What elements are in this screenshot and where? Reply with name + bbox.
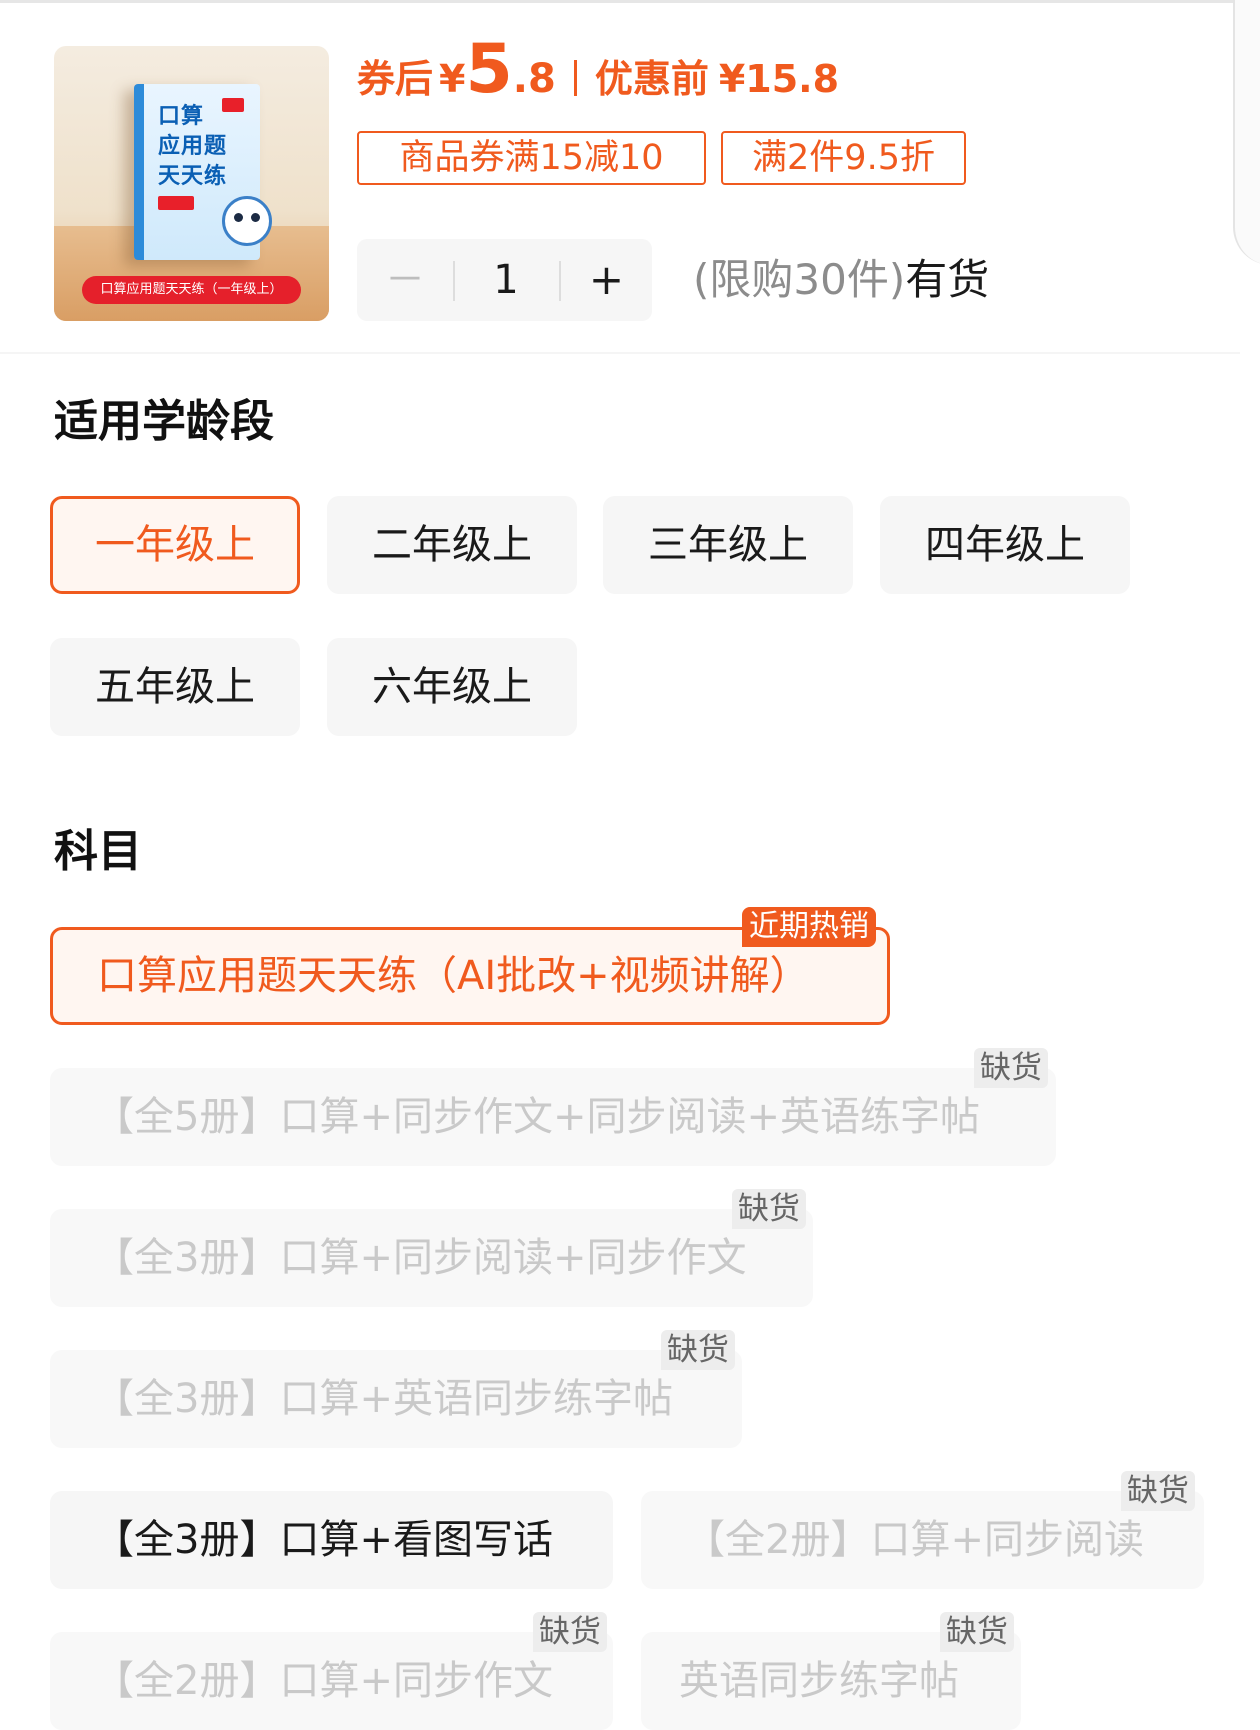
quantity-stepper: － 1 + [357,239,652,321]
book-title-line-3: 天天练 [158,164,228,189]
coupon-badge-multi[interactable]: 满2件9.5折 [721,131,966,185]
top-divider [0,0,1240,3]
out-of-stock-badge: 缺货 [533,1612,607,1652]
stock-status: (限购30件)有货 [693,252,989,308]
age-option-1[interactable]: 一年级上 [50,496,300,594]
product-image[interactable]: 口算 应用题 天天练 口算应用题天天练（一年级上） [54,46,329,321]
price-integer: 5 [465,30,513,109]
age-option-6[interactable]: 六年级上 [327,638,577,736]
price-separator [573,60,577,96]
stock-availability: 有货 [905,255,990,304]
out-of-stock-badge: 缺货 [974,1048,1048,1088]
robot-mascot-icon [222,196,272,246]
out-of-stock-badge: 缺货 [732,1189,806,1229]
age-option-2[interactable]: 二年级上 [327,496,577,594]
product-image-banner: 口算应用题天天练（一年级上） [82,276,301,304]
hot-sale-badge: 近期热销 [742,907,876,947]
age-option-4[interactable]: 四年级上 [880,496,1130,594]
age-option-5[interactable]: 五年级上 [50,638,300,736]
before-discount-price: ¥15.8 [718,57,840,101]
subject-option-4[interactable]: 【全3册】口算+英语同步练字帖 [50,1350,742,1448]
subject-section-title: 科目 [54,826,142,877]
quantity-increase-button[interactable]: + [561,239,652,321]
book-title-line-2: 应用题 [158,134,228,159]
age-option-3[interactable]: 三年级上 [603,496,853,594]
out-of-stock-badge: 缺货 [940,1612,1014,1652]
before-discount-label: 优惠前 [594,57,709,101]
age-section-title: 适用学龄段 [54,396,274,447]
out-of-stock-badge: 缺货 [1121,1471,1195,1511]
currency-symbol: ¥ [439,57,466,101]
purchase-limit: (限购30件) [693,255,906,304]
quantity-decrease-button[interactable]: － [357,239,453,321]
book-title-line-1: 口算 [158,104,205,129]
price-row: 券后 ¥5.8 优惠前 ¥15.8 [357,36,839,108]
book-ai-tag [158,196,194,210]
price-decimal: .8 [512,56,556,102]
quantity-value[interactable]: 1 [455,239,557,321]
subject-option-5[interactable]: 【全3册】口算+看图写话 [50,1491,613,1589]
coupon-badge-product[interactable]: 商品券满15减10 [357,131,706,185]
subject-option-6[interactable]: 【全2册】口算+同步阅读 [641,1491,1204,1589]
subject-option-2[interactable]: 【全5册】口算+同步作文+同步阅读+英语练字帖 [50,1068,1056,1166]
book-grade-tag [222,98,244,112]
after-coupon-label: 券后 [357,57,434,101]
subject-option-3[interactable]: 【全3册】口算+同步阅读+同步作文 [50,1209,813,1307]
section-divider [0,352,1240,354]
out-of-stock-badge: 缺货 [661,1330,735,1370]
subject-option-7[interactable]: 【全2册】口算+同步作文 [50,1632,613,1730]
side-panel-edge [1233,0,1260,265]
